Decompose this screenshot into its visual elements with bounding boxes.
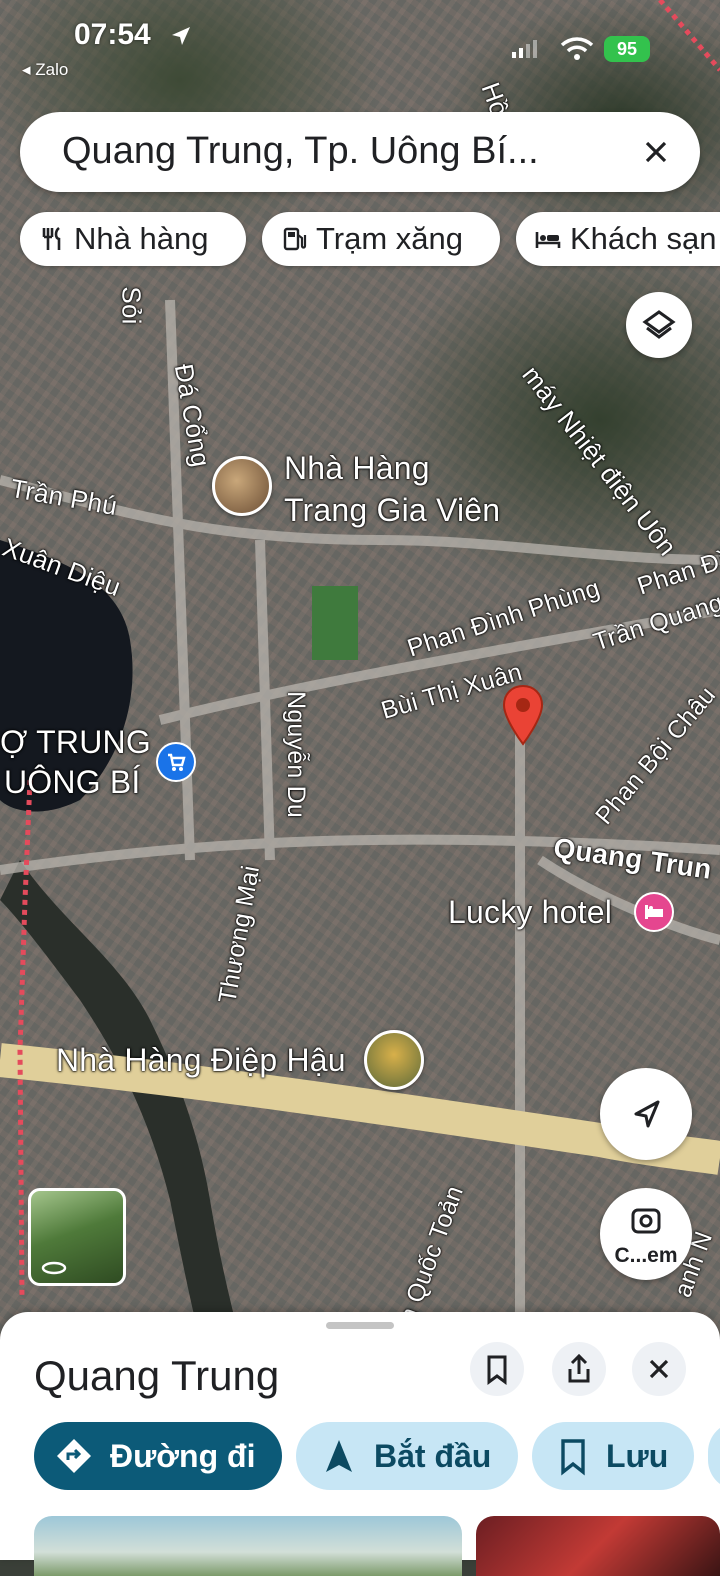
start-button[interactable]: Bắt đầu <box>296 1422 518 1490</box>
map-label-nha-hang-trang-1: Nhà Hàng <box>284 450 430 486</box>
more-actions-peek[interactable] <box>708 1422 720 1490</box>
status-bar: 07:54 ◂ Zalo 95 <box>0 0 720 90</box>
place-bottom-sheet[interactable]: Quang Trung Đường đi Bắt đầu Lưu <box>0 1312 720 1576</box>
bookmark-icon <box>487 1355 507 1385</box>
chip-label: Trạm xăng <box>316 221 464 256</box>
map-label-lucky-hotel: Lucky hotel <box>448 894 613 930</box>
rotate-360-icon <box>41 1261 67 1275</box>
directions-label: Đường đi <box>110 1437 256 1474</box>
save-icon-button[interactable] <box>470 1342 524 1396</box>
sheet-drag-handle[interactable] <box>326 1322 394 1329</box>
chip-label: Nhà hàng <box>74 221 209 256</box>
close-icon[interactable] <box>634 130 678 174</box>
battery-indicator: 95 <box>604 36 650 62</box>
place-photo[interactable] <box>476 1516 720 1576</box>
save-label: Lưu <box>606 1437 669 1474</box>
search-bar[interactable]: Quang Trung, Tp. Uông Bí... <box>20 112 700 192</box>
map-label-nguyen-du: Nguyễn Du <box>281 691 310 818</box>
location-pin-icon[interactable] <box>500 684 546 746</box>
street-view-thumbnail[interactable] <box>28 1188 126 1286</box>
lens-label: C...em <box>614 1244 678 1267</box>
restaurant-icon <box>42 226 61 250</box>
map-label-nha-hang-trang-2: Trang Gia Viên <box>284 492 501 528</box>
back-to-app-link[interactable]: ◂ Zalo <box>22 60 68 80</box>
close-sheet-button[interactable] <box>632 1342 686 1396</box>
poi-nha-hang-diep-hau[interactable] <box>364 1030 424 1090</box>
signal-icon <box>512 40 537 58</box>
bookmark-icon <box>561 1439 585 1476</box>
navigation-arrow-icon <box>634 1100 660 1128</box>
chip-hotels[interactable]: Khách sạn <box>516 212 720 266</box>
directions-button[interactable]: Đường đi <box>34 1422 282 1490</box>
place-photo[interactable] <box>34 1516 462 1576</box>
poi-nha-hang-trang-gia-vien[interactable] <box>212 456 272 516</box>
lens-button[interactable]: C...em <box>600 1188 692 1280</box>
share-button[interactable] <box>552 1342 606 1396</box>
map-label-cho-1: Ợ TRUNG <box>0 724 151 760</box>
chip-gas-stations[interactable]: Trạm xăng <box>262 212 500 266</box>
chip-label: Khách sạn <box>570 221 717 256</box>
directions-icon <box>57 1439 91 1473</box>
map-label-soi: Sỏi <box>116 286 147 325</box>
map-label-nha-hang-diep-hau: Nhà Hàng Điệp Hậu <box>56 1042 346 1078</box>
shopping-cart-icon[interactable] <box>156 742 196 782</box>
save-button[interactable]: Lưu <box>532 1422 694 1490</box>
hotel-marker-icon[interactable] <box>634 892 674 932</box>
place-title: Quang Trung <box>34 1352 280 1399</box>
layers-button[interactable] <box>626 292 692 358</box>
search-query[interactable]: Quang Trung, Tp. Uông Bí... <box>62 130 539 173</box>
my-location-button[interactable] <box>600 1068 692 1160</box>
share-icon <box>568 1353 590 1383</box>
close-icon <box>649 1359 669 1379</box>
navigation-icon <box>326 1440 352 1472</box>
map-label-cho-2: UÔNG BÍ <box>4 764 141 800</box>
start-label: Bắt đầu <box>374 1437 492 1474</box>
hotel-icon <box>535 232 561 248</box>
status-time: 07:54 <box>74 18 151 51</box>
layers-icon <box>642 310 676 339</box>
wifi-icon <box>560 37 594 60</box>
location-arrow-icon <box>172 27 190 45</box>
chip-restaurants[interactable]: Nhà hàng <box>20 212 246 266</box>
camera-search-icon <box>631 1208 661 1234</box>
map-view[interactable]: Sỏi Đá Cổng Trần Phú Xuân Diệu Nhà Hàng … <box>0 0 720 1340</box>
gas-station-icon <box>283 227 307 251</box>
